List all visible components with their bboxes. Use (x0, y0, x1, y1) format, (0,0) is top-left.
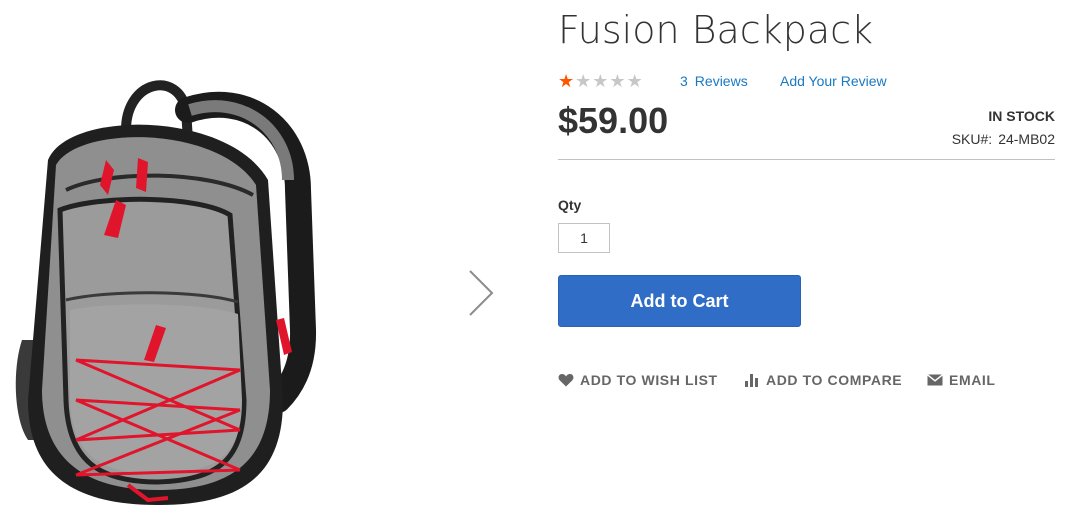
product-social-links: Add to Wish List Add to Compare Email (558, 372, 1055, 392)
reviews-count: 3 (680, 73, 688, 89)
product-sku: SKU#: 24-MB02 (952, 131, 1055, 147)
gallery-next-arrow[interactable] (462, 268, 498, 318)
star-icon: ★ (558, 71, 576, 91)
add-to-wishlist-link[interactable]: Add to Wish List (558, 372, 718, 388)
email-link[interactable]: Email (927, 372, 996, 388)
qty-label: Qty (558, 197, 582, 213)
rating-stars[interactable]: ★★★★★ (558, 72, 644, 90)
product-price: $59.00 (558, 100, 669, 141)
star-icon: ★ (592, 71, 610, 91)
product-page: Fusion Backpack ★★★★★ 3 Reviews Add Your … (0, 0, 1067, 514)
qty-input[interactable] (558, 223, 610, 253)
envelope-icon (927, 374, 943, 386)
add-to-compare-link[interactable]: Add to Compare (744, 372, 902, 388)
bar-chart-icon (745, 374, 758, 387)
stock-status: In stock (988, 108, 1055, 124)
star-icon: ★ (575, 71, 593, 91)
product-title: Fusion Backpack (558, 8, 874, 52)
add-to-cart-button[interactable]: Add to Cart (558, 275, 801, 327)
add-review-link[interactable]: Add Your Review (780, 73, 887, 89)
product-image (15, 80, 316, 505)
sku-label: SKU#: (951, 131, 993, 147)
product-gallery (0, 0, 500, 514)
compare-label: Add to Compare (766, 372, 903, 388)
rating-summary: ★★★★★ 3 Reviews Add Your Review (558, 72, 958, 92)
chevron-right-icon (469, 270, 494, 316)
star-icon: ★ (626, 71, 644, 91)
divider (558, 159, 1055, 160)
heart-icon (558, 374, 574, 387)
wishlist-label: Add to Wish List (580, 372, 718, 388)
email-label: Email (949, 372, 996, 388)
reviews-label: Reviews (694, 73, 748, 89)
reviews-link[interactable]: 3 Reviews (680, 73, 748, 89)
sku-value: 24-MB02 (998, 131, 1055, 147)
star-icon: ★ (609, 71, 627, 91)
